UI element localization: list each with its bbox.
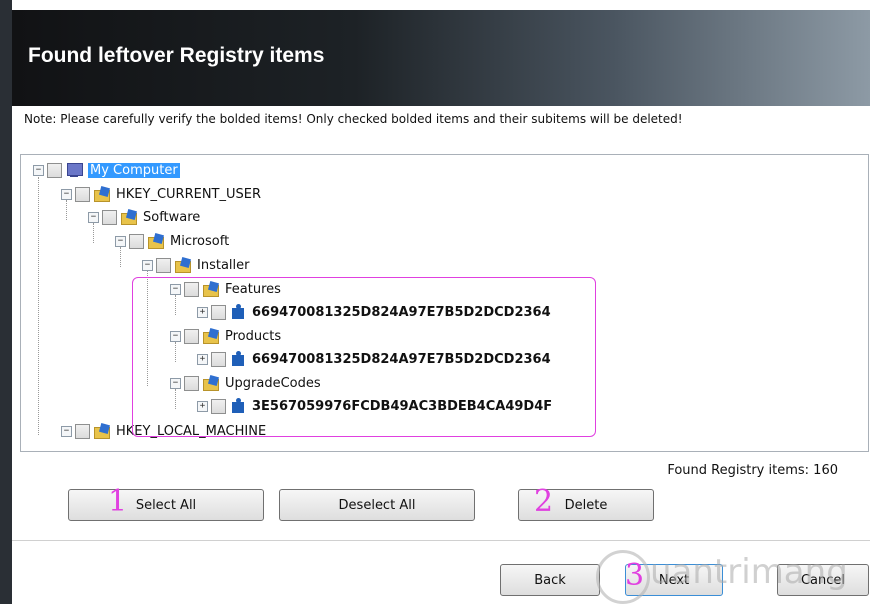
tree-node-my-computer[interactable]: − My Computer: [33, 160, 180, 180]
checkbox[interactable]: [47, 162, 62, 178]
note-text: Note: Please carefully verify the bolded…: [24, 112, 683, 126]
annotation-number-3: 3: [625, 558, 645, 593]
select-all-label: Select All: [135, 497, 197, 513]
annotation-number-2: 2: [534, 484, 554, 519]
back-label: Back: [534, 572, 566, 588]
registry-folder-icon: [94, 422, 111, 439]
tree-label: Microsoft: [170, 233, 230, 249]
checkbox[interactable]: [75, 186, 90, 202]
computer-icon: [66, 162, 83, 178]
page-title: Found leftover Registry items: [28, 44, 325, 67]
deselect-all-label: Deselect All: [338, 497, 416, 513]
registry-folder-icon: [175, 256, 192, 273]
tree-node-software[interactable]: − Software: [88, 207, 200, 227]
collapse-icon[interactable]: −: [115, 235, 126, 247]
tree-label: Software: [143, 209, 201, 225]
tree-line: [38, 177, 39, 435]
registry-folder-icon: [148, 232, 165, 249]
collapse-icon[interactable]: −: [61, 188, 72, 200]
select-all-button[interactable]: Select All: [68, 489, 264, 521]
tree-node-microsoft[interactable]: − Microsoft: [115, 231, 229, 251]
watermark-text: uantrimang: [650, 552, 848, 592]
collapse-icon[interactable]: −: [142, 259, 153, 271]
tree-label: Installer: [197, 257, 250, 273]
collapse-icon[interactable]: −: [88, 211, 99, 223]
tree-node-installer[interactable]: − Installer: [142, 255, 249, 275]
deselect-all-button[interactable]: Deselect All: [279, 489, 475, 521]
header-banner: Found leftover Registry items: [12, 10, 870, 106]
found-count: 160: [813, 463, 838, 478]
checkbox[interactable]: [156, 257, 171, 273]
footer-separator: [12, 540, 870, 541]
delete-label: Delete: [564, 497, 608, 513]
checkbox[interactable]: [129, 233, 144, 249]
registry-folder-icon: [121, 208, 138, 225]
tree-node-hkcu[interactable]: − HKEY_CURRENT_USER: [61, 184, 261, 204]
annotation-number-1: 1: [108, 484, 128, 519]
tree-label: My Computer: [88, 162, 180, 178]
back-button[interactable]: Back: [500, 564, 600, 596]
window-left-edge: [0, 0, 12, 604]
found-registry-count: Found Registry items: 160: [667, 463, 838, 478]
checkbox[interactable]: [75, 423, 90, 439]
collapse-icon[interactable]: −: [61, 425, 72, 437]
checkbox[interactable]: [102, 209, 117, 225]
registry-folder-icon: [94, 185, 111, 202]
found-label: Found Registry items:: [667, 463, 810, 478]
tree-label: HKEY_CURRENT_USER: [116, 186, 262, 202]
collapse-icon[interactable]: −: [33, 164, 44, 176]
highlight-annotation-box: [132, 277, 596, 437]
